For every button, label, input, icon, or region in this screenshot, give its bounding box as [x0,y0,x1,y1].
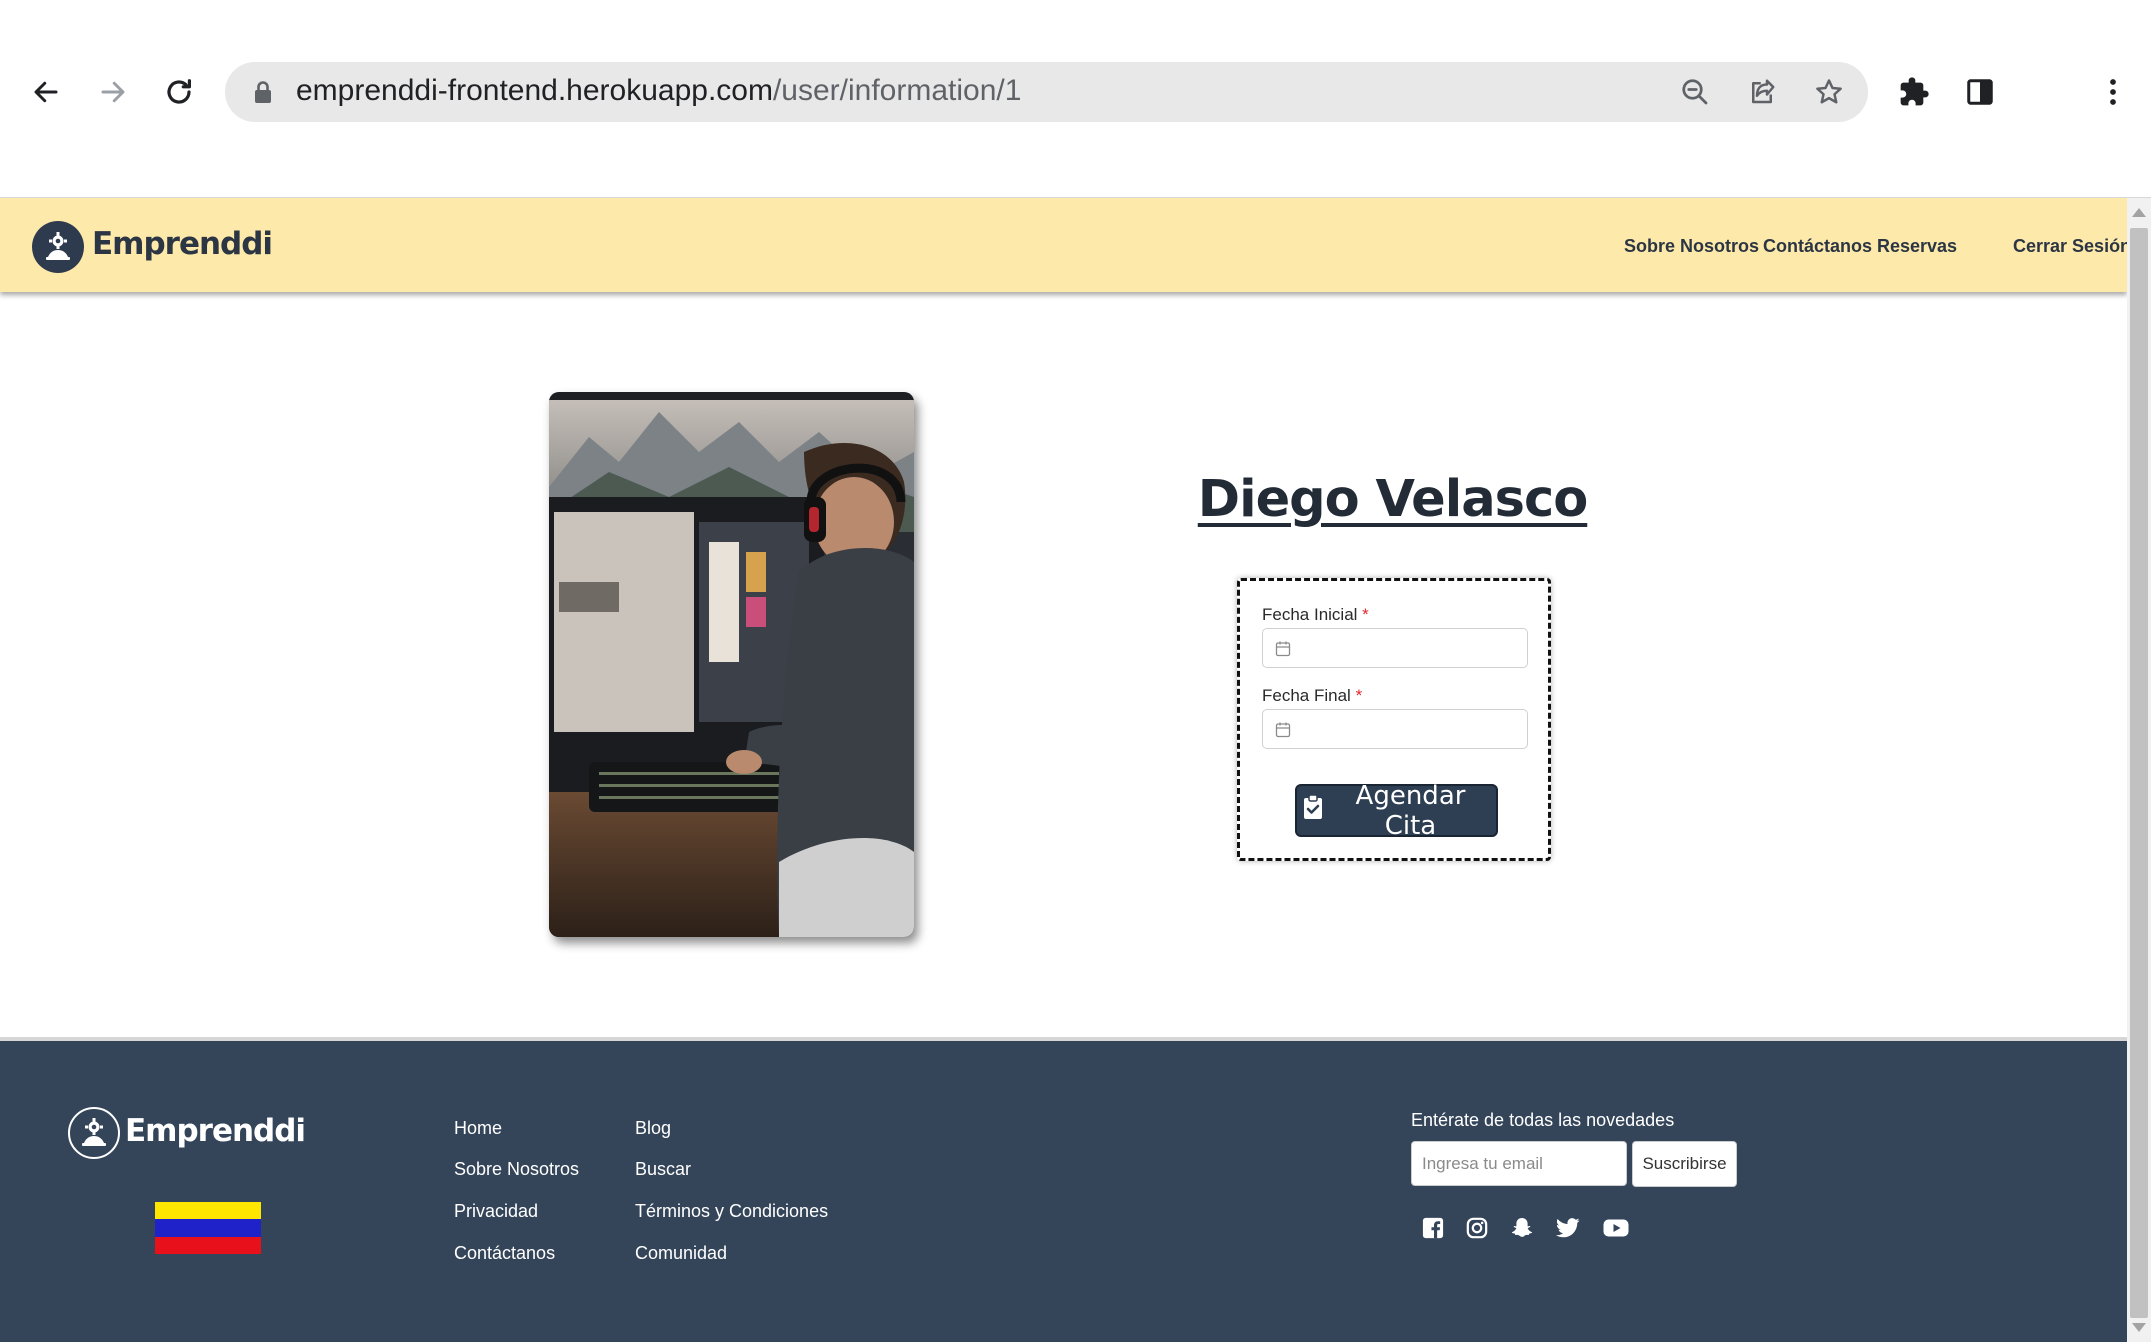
star-icon[interactable] [1809,72,1849,112]
end-date-label: Fecha Final * [1262,686,1362,706]
footer-link-terminos[interactable]: Términos y Condiciones [635,1201,828,1222]
start-date-label-text: Fecha Inicial [1262,605,1358,624]
end-date-label-text: Fecha Final [1262,686,1351,705]
url-text[interactable]: emprenddi-frontend.herokuapp.com/user/in… [296,74,1021,108]
calendar-icon [1275,640,1291,661]
sidepanel-icon[interactable] [1958,70,2002,114]
required-mark: * [1362,605,1369,624]
clipboard-check-icon [1303,794,1323,827]
nav-link-cerrar-sesion[interactable]: Cerrar Sesión [2013,236,2127,257]
scroll-down-icon[interactable] [2132,1323,2146,1332]
logo-icon[interactable] [32,221,84,273]
browser-chrome: emprenddi-frontend.herokuapp.com/user/in… [0,0,2151,198]
reload-icon[interactable] [155,68,203,116]
url-path: /user/information/1 [772,74,1022,107]
required-mark: * [1355,686,1363,705]
twitter-icon[interactable] [1554,1214,1582,1242]
footer-link-buscar[interactable]: Buscar [635,1159,691,1180]
calendar-icon [1275,721,1291,742]
end-date-picker[interactable] [1262,709,1528,749]
snapchat-icon[interactable] [1508,1214,1536,1242]
profile-name: Diego Velasco [1197,470,1589,529]
start-date-label: Fecha Inicial * [1262,605,1369,625]
footer-link-comunidad[interactable]: Comunidad [635,1243,727,1264]
url-host: emprenddi-frontend.herokuapp.com [296,74,773,107]
vertical-scrollbar[interactable] [2127,198,2151,1342]
nav-link-contactanos[interactable]: Contáctanos [1763,236,1872,257]
footer-link-sobre-nosotros[interactable]: Sobre Nosotros [454,1159,579,1180]
agendar-cita-label: Agendar Cita [1355,780,1466,841]
facebook-icon[interactable] [1419,1214,1447,1242]
start-date-picker[interactable] [1262,628,1528,668]
footer-logo-text[interactable]: Emprenddi [125,1113,306,1149]
venezuela-flag-icon [155,1202,261,1254]
footer-link-blog[interactable]: Blog [635,1118,671,1139]
address-bar[interactable]: emprenddi-frontend.herokuapp.com/user/in… [225,62,1868,122]
booking-form: Fecha Inicial * Fecha Final * Agendar Ci… [1237,578,1551,861]
footer-link-home[interactable]: Home [454,1118,502,1139]
nav-link-sobre-nosotros[interactable]: Sobre Nosotros [1624,236,1759,257]
zoom-out-icon[interactable] [1675,72,1715,112]
back-icon[interactable] [22,68,70,116]
page-viewport: Emprenddi Sobre Nosotros Contáctanos Res… [0,198,2127,1342]
site-footer: Emprenddi Home Sobre Nosotros Privacidad… [0,1037,2127,1342]
newsletter-email-input[interactable] [1411,1141,1627,1186]
nav-link-reservas[interactable]: Reservas [1877,236,1957,257]
kebab-menu-icon[interactable] [2091,70,2135,114]
profile-photo [549,392,914,937]
forward-icon[interactable] [89,68,137,116]
footer-link-contactanos[interactable]: Contáctanos [454,1243,555,1264]
footer-link-privacidad[interactable]: Privacidad [454,1201,538,1222]
subscribe-button[interactable]: Suscribirse [1632,1141,1737,1187]
instagram-icon[interactable] [1463,1214,1491,1242]
youtube-icon[interactable] [1602,1214,1630,1242]
newsletter-label: Entérate de todas las novedades [1411,1110,1675,1130]
site-header: Emprenddi Sobre Nosotros Contáctanos Res… [0,198,2127,292]
scroll-up-icon[interactable] [2132,208,2146,217]
lock-icon[interactable] [243,72,283,112]
share-icon[interactable] [1742,72,1782,112]
agendar-cita-button[interactable]: Agendar Cita [1295,781,1498,841]
extensions-icon[interactable] [1892,70,1936,114]
footer-logo-icon[interactable] [68,1107,120,1159]
scrollbar-thumb[interactable] [2130,228,2148,1318]
logo-text[interactable]: Emprenddi [92,226,273,262]
